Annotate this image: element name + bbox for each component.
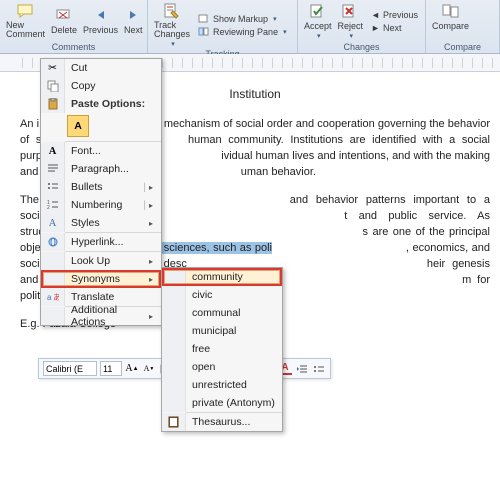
new-comment-label: New Comment xyxy=(6,21,45,39)
cut-icon: ✂ xyxy=(41,59,65,77)
synonym-item[interactable]: community xyxy=(162,268,282,286)
new-comment-button[interactable]: New Comment xyxy=(6,2,45,39)
thesaurus-item[interactable]: Thesaurus... xyxy=(162,413,282,431)
next-change-button[interactable]: ►Next xyxy=(369,22,420,34)
synonym-item[interactable]: communal xyxy=(162,304,282,322)
next-label: Next xyxy=(124,25,143,35)
chevron-right-icon: ▸ xyxy=(149,257,155,266)
indent-button[interactable] xyxy=(295,362,309,376)
ctx-additional-actions[interactable]: Additional Actions▸ xyxy=(41,307,161,325)
numbering-icon: 12 xyxy=(41,196,65,214)
shrink-font-button[interactable]: A▼ xyxy=(142,362,156,376)
svg-text:a: a xyxy=(47,293,52,302)
changes-group-label: Changes xyxy=(304,41,419,52)
ctx-numbering[interactable]: 12Numbering|▸ xyxy=(41,196,161,214)
paste-icon xyxy=(41,95,65,113)
prev-comment-button[interactable]: Previous xyxy=(83,6,118,35)
font-size-input[interactable] xyxy=(100,361,122,376)
ribbon: New Comment Delete Previous Next Comment… xyxy=(0,0,500,54)
chevron-right-icon: ▸ xyxy=(149,183,155,192)
prev-change-button[interactable]: ◄Previous xyxy=(369,9,420,21)
svg-text:2: 2 xyxy=(47,205,50,211)
synonym-item[interactable]: open xyxy=(162,358,282,376)
delete-comment-button[interactable]: Delete xyxy=(51,6,77,35)
ctx-paragraph[interactable]: Paragraph... xyxy=(41,160,161,178)
split-sep: | xyxy=(140,181,149,193)
markup-icon xyxy=(198,14,210,24)
delete-icon xyxy=(55,6,73,24)
comment-icon xyxy=(17,2,35,20)
previous-icon xyxy=(92,6,110,24)
reject-button[interactable]: Reject▾ xyxy=(338,2,364,40)
context-menu: ✂Cut Copy Paste Options: A AFont... Para… xyxy=(40,58,162,326)
hyperlink-icon xyxy=(41,233,65,251)
track-changes-button[interactable]: Track Changes▾ xyxy=(154,2,190,48)
ctx-synonyms[interactable]: Synonyms▸ xyxy=(41,270,161,288)
grow-font-button[interactable]: A▲ xyxy=(125,362,139,376)
show-markup-button[interactable]: Show Markup▾ xyxy=(196,13,289,25)
paste-keep-formatting-button[interactable]: A xyxy=(67,115,89,137)
chevron-right-icon: ▸ xyxy=(149,275,155,284)
compare-icon xyxy=(442,2,460,20)
accept-button[interactable]: Accept▾ xyxy=(304,2,332,40)
next-comment-button[interactable]: Next xyxy=(124,6,143,35)
ctx-cut[interactable]: ✂Cut xyxy=(41,59,161,77)
paragraph-icon xyxy=(41,160,65,178)
prev-change-icon: ◄ xyxy=(371,10,380,20)
styles-icon: A xyxy=(41,214,65,232)
synonyms-submenu: community civic communal municipal free … xyxy=(161,267,283,432)
svg-text:あ: あ xyxy=(53,293,59,302)
track-changes-icon xyxy=(163,2,181,20)
prev-label: Previous xyxy=(83,25,118,35)
translate-icon: aあ xyxy=(41,288,65,306)
delete-label: Delete xyxy=(51,25,77,35)
track-changes-label: Track Changes xyxy=(154,21,190,39)
compare-button[interactable]: Compare xyxy=(432,2,469,31)
reject-icon xyxy=(341,2,359,20)
font-icon: A xyxy=(41,142,65,160)
bullets-icon xyxy=(41,178,65,196)
ctx-bullets[interactable]: Bullets|▸ xyxy=(41,178,161,196)
ctx-hyperlink[interactable]: Hyperlink... xyxy=(41,233,161,251)
chevron-right-icon: ▸ xyxy=(149,201,155,210)
ctx-lookup[interactable]: Look Up▸ xyxy=(41,252,161,270)
reviewing-pane-button[interactable]: Reviewing Pane▾ xyxy=(196,26,289,38)
ctx-styles[interactable]: AStyles▸ xyxy=(41,214,161,232)
next-change-icon: ► xyxy=(371,23,380,33)
font-name-input[interactable] xyxy=(43,361,97,376)
ctx-font[interactable]: AFont... xyxy=(41,142,161,160)
chevron-right-icon: ▸ xyxy=(149,312,155,321)
comments-group-label: Comments xyxy=(6,41,141,52)
thesaurus-icon xyxy=(162,413,186,431)
bullets-mini-button[interactable] xyxy=(312,362,326,376)
compare-group-label: Compare xyxy=(432,41,493,52)
synonym-item[interactable]: unrestricted xyxy=(162,376,282,394)
next-icon xyxy=(124,6,142,24)
ctx-paste-options: Paste Options: xyxy=(41,95,161,113)
chevron-right-icon: ▸ xyxy=(149,219,155,228)
synonym-item[interactable]: municipal xyxy=(162,322,282,340)
accept-icon xyxy=(309,2,327,20)
ctx-copy[interactable]: Copy xyxy=(41,77,161,95)
synonym-item[interactable]: private (Antonym) xyxy=(162,394,282,412)
pane-icon xyxy=(198,27,210,37)
copy-icon xyxy=(41,77,65,95)
synonym-item[interactable]: free xyxy=(162,340,282,358)
synonym-item[interactable]: civic xyxy=(162,286,282,304)
